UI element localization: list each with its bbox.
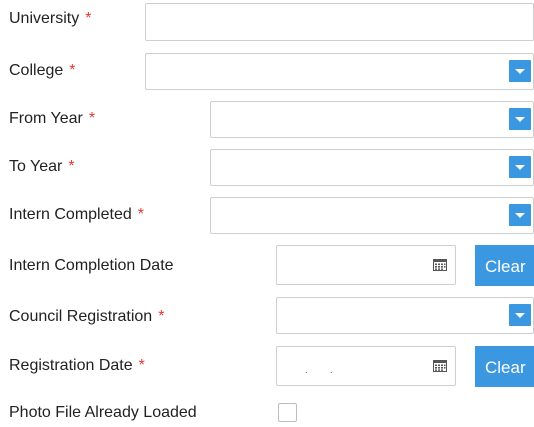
to-year-dropdown-button[interactable] (509, 156, 531, 178)
photo-file-loaded-checkbox[interactable] (278, 403, 297, 422)
intern-completed-label-text: Intern Completed (9, 206, 132, 223)
council-registration-select[interactable] (276, 297, 534, 334)
college-select[interactable] (145, 53, 534, 90)
required-asterisk: * (88, 110, 96, 127)
university-label-text: University (9, 10, 80, 27)
required-asterisk: * (158, 308, 165, 325)
from-year-dropdown-button[interactable] (509, 108, 531, 130)
college-label: College * (9, 61, 76, 81)
chevron-down-icon (515, 69, 525, 74)
calendar-icon[interactable] (433, 258, 447, 271)
chevron-down-icon (515, 165, 525, 170)
registration-date-clear-button[interactable]: Clear (475, 346, 534, 387)
to-year-label: To Year * (9, 157, 75, 177)
required-asterisk: * (137, 206, 144, 223)
intern-completion-date-input[interactable] (277, 246, 455, 284)
council-registration-label-text: Council Registration (9, 308, 153, 325)
required-asterisk: * (68, 158, 75, 175)
chevron-down-icon (515, 213, 525, 218)
from-year-select[interactable] (210, 101, 534, 138)
photo-file-loaded-label: Photo File Already Loaded (9, 403, 197, 423)
college-label-text: College (9, 62, 64, 79)
intern-completed-label: Intern Completed * (9, 205, 144, 225)
intern-completion-date-field[interactable] (276, 245, 456, 285)
university-field[interactable] (145, 3, 534, 41)
registration-date-value: . . (305, 365, 333, 375)
intern-completed-select[interactable] (210, 197, 534, 234)
registration-date-label-text: Registration Date (9, 357, 133, 374)
required-asterisk: * (138, 357, 145, 374)
to-year-select[interactable] (210, 149, 534, 186)
chevron-down-icon (515, 313, 525, 318)
registration-date-field[interactable]: . . (276, 346, 456, 386)
required-asterisk: * (69, 62, 76, 79)
university-label: University * (9, 9, 91, 29)
university-input[interactable] (146, 4, 533, 40)
council-registration-dropdown-button[interactable] (509, 304, 531, 326)
college-dropdown-button[interactable] (509, 60, 531, 82)
calendar-icon[interactable] (433, 359, 447, 372)
intern-completion-date-label-text: Intern Completion Date (9, 257, 174, 274)
intern-completed-dropdown-button[interactable] (509, 204, 531, 226)
intern-completion-date-clear-button[interactable]: Clear (475, 245, 534, 286)
registration-date-label: Registration Date * (9, 356, 145, 376)
from-year-label-text: From Year (9, 110, 83, 127)
required-asterisk: * (85, 10, 92, 27)
photo-file-loaded-label-text: Photo File Already Loaded (9, 404, 197, 421)
from-year-label: From Year * (9, 109, 95, 129)
chevron-down-icon (515, 117, 525, 122)
intern-completion-date-label: Intern Completion Date (9, 256, 174, 276)
to-year-label-text: To Year (9, 158, 63, 175)
education-form: University * College * From Year * To Year *… (0, 0, 534, 427)
council-registration-label: Council Registration * (9, 307, 164, 327)
